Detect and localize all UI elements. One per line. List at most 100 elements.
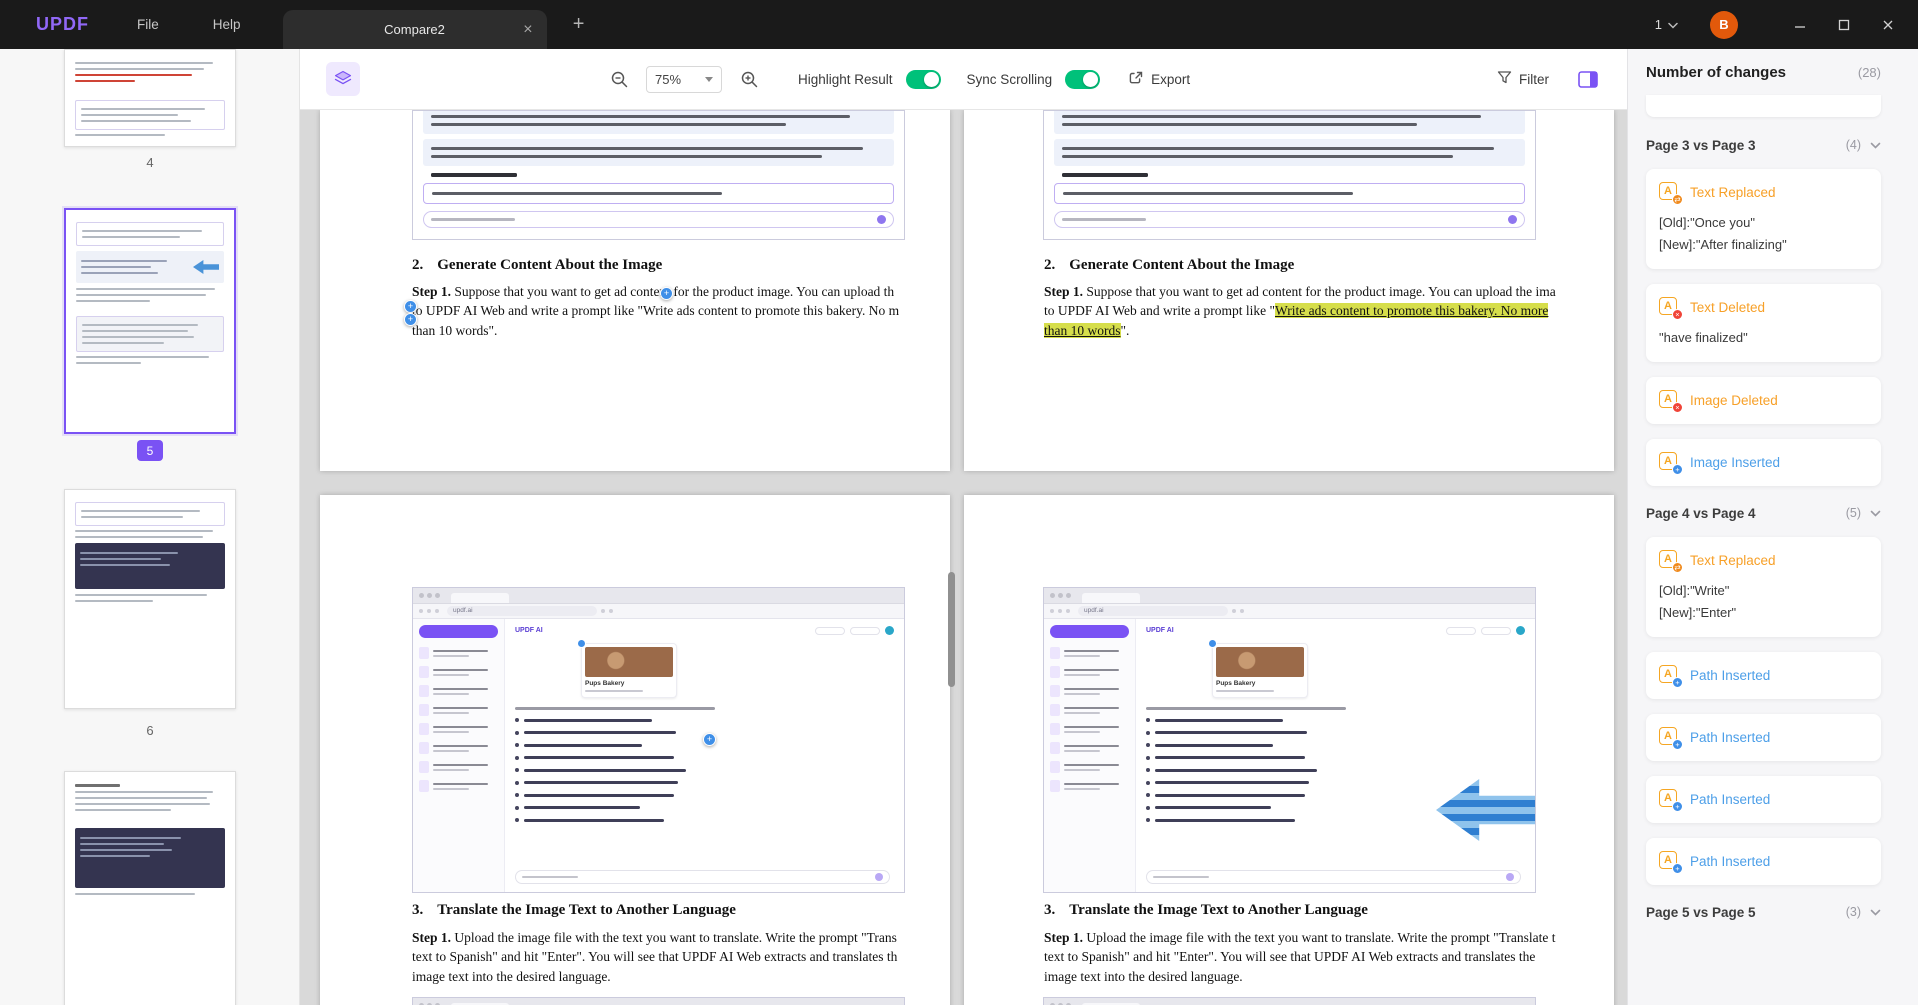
- change-type-icon: A+: [1659, 727, 1680, 748]
- doc-heading: 2.Generate Content About the Image: [412, 257, 662, 274]
- menu-help[interactable]: Help: [213, 17, 241, 32]
- change-type-label: Path Inserted: [1690, 854, 1770, 869]
- file-icon: [419, 685, 429, 697]
- upload-file-button: [1050, 625, 1129, 638]
- change-card-path-inserted[interactable]: A+ Path Inserted: [1646, 838, 1881, 885]
- change-card-image-inserted[interactable]: A+ Image Inserted: [1646, 439, 1881, 486]
- doc-paragraph: Step 1. Suppose that you want to get ad …: [1044, 282, 1614, 340]
- upload-file-button: [419, 625, 498, 638]
- section-count: (4): [1846, 138, 1861, 152]
- doc-paragraph: Step 1. Upload the image file with the t…: [1044, 928, 1614, 986]
- change-type-icon: A⇄: [1659, 182, 1680, 203]
- minimize-button[interactable]: [1778, 0, 1822, 49]
- sync-scrolling-toggle[interactable]: [1065, 70, 1100, 89]
- page-thumbnail-5[interactable]: [64, 208, 236, 434]
- export-button[interactable]: Export: [1128, 70, 1190, 89]
- file-sidebar: [1044, 619, 1136, 892]
- change-type-label: Text Deleted: [1690, 300, 1765, 315]
- doc-heading: 2.Generate Content About the Image: [1044, 257, 1294, 274]
- export-label: Export: [1151, 72, 1190, 87]
- zoom-in-button[interactable]: [732, 62, 766, 96]
- change-type-label: Image Inserted: [1690, 455, 1780, 470]
- compare-layers-icon[interactable]: [326, 62, 360, 96]
- send-icon: [1506, 873, 1514, 881]
- toggle-knob: [924, 72, 939, 87]
- browser-titlebar: [413, 588, 904, 604]
- browser-titlebar: [1044, 588, 1535, 604]
- change-card-image-deleted[interactable]: A×Image Deleted: [1646, 377, 1881, 424]
- file-icon: [419, 742, 429, 754]
- zoom-out-button[interactable]: [602, 62, 636, 96]
- section-count: (3): [1846, 905, 1861, 919]
- embedded-screenshot-partial: [1043, 997, 1536, 1005]
- panel-toggle-icon[interactable]: [1571, 62, 1605, 96]
- change-marker[interactable]: +: [703, 733, 716, 746]
- doc-paragraph: Step 1. Upload the image file with the t…: [412, 928, 950, 986]
- updf-ai-logo: UPDF AI: [1146, 627, 1174, 634]
- zoom-caret-icon: [705, 77, 713, 82]
- compare-content-area: 2.Generate Content About the Image Step …: [300, 110, 1627, 1005]
- file-icon: [419, 647, 429, 659]
- page-number-label: 6: [64, 723, 236, 738]
- zoom-level-value: 75%: [655, 72, 681, 87]
- filter-button[interactable]: Filter: [1497, 70, 1549, 88]
- file-icon: [1050, 761, 1060, 773]
- document-scrollbar[interactable]: [948, 572, 955, 687]
- file-icon: [419, 666, 429, 678]
- change-type-icon: A×: [1659, 390, 1680, 411]
- updf-ai-logo: UPDF AI: [515, 627, 543, 634]
- change-type-icon: A+: [1659, 452, 1680, 473]
- highlight-result-label: Highlight Result: [798, 72, 893, 87]
- user-avatar-small: [885, 626, 894, 635]
- section-label: Page 3 vs Page 3: [1646, 138, 1756, 153]
- change-marker[interactable]: +: [660, 287, 673, 300]
- highlight-result-toggle[interactable]: [906, 70, 941, 89]
- menu-file[interactable]: File: [137, 17, 159, 32]
- zoom-level-select[interactable]: 75%: [646, 66, 722, 93]
- file-icon: [1050, 685, 1060, 697]
- close-button[interactable]: [1866, 0, 1910, 49]
- change-details: [Old]:"Write"[New]:"Enter": [1659, 580, 1868, 624]
- tab-compare2[interactable]: Compare2 ×: [283, 10, 547, 49]
- change-card-partial[interactable]: [1646, 95, 1881, 117]
- page-thumbnail-6[interactable]: [64, 489, 236, 709]
- page-section-header[interactable]: Page 4 vs Page 4(5): [1646, 501, 1881, 525]
- change-card-path-inserted[interactable]: A+Path Inserted: [1646, 652, 1881, 699]
- change-card-text-deleted[interactable]: A×Text Deleted"have finalized": [1646, 284, 1881, 362]
- new-tab-button[interactable]: +: [567, 13, 591, 36]
- browser-navbar: updf.ai: [413, 604, 904, 619]
- tab-title: Compare2: [384, 22, 445, 37]
- change-card-path-inserted[interactable]: A+Path Inserted: [1646, 776, 1881, 823]
- change-marker[interactable]: +: [404, 300, 417, 313]
- doc-heading: 3.Translate the Image Text to Another La…: [412, 902, 736, 919]
- page-thumbnail-4[interactable]: [64, 49, 236, 147]
- change-type-label: Path Inserted: [1690, 668, 1770, 683]
- send-icon: [1508, 215, 1517, 224]
- maximize-button[interactable]: [1822, 0, 1866, 49]
- change-card-text-replaced[interactable]: A⇄Text Replaced[Old]:"Once you"[New]:"Af…: [1646, 169, 1881, 269]
- chevron-down-icon: [1668, 17, 1678, 32]
- section-label: Page 5 vs Page 5: [1646, 905, 1756, 920]
- changes-panel-title: Number of changes: [1646, 64, 1786, 81]
- change-type-icon: A+: [1659, 789, 1680, 810]
- user-avatar[interactable]: B: [1710, 11, 1738, 39]
- change-marker[interactable]: +: [404, 313, 417, 326]
- change-dot[interactable]: [1208, 639, 1217, 648]
- file-icon: [1050, 666, 1060, 678]
- updf-compare-window: UPDF File Help Compare2 × + 1 B 456: [0, 0, 1918, 1005]
- change-type-icon: A+: [1659, 851, 1680, 872]
- change-type-icon: A×: [1659, 297, 1680, 318]
- tab-close-icon[interactable]: ×: [523, 22, 532, 38]
- change-dot[interactable]: [577, 639, 586, 648]
- browser-url: updf.ai: [1078, 606, 1228, 616]
- ai-chat-area: UPDF AIPups Bakery: [505, 619, 904, 892]
- page-section-header[interactable]: Page 5 vs Page 5 (3): [1646, 900, 1881, 924]
- page-section-header[interactable]: Page 3 vs Page 3 (4): [1646, 133, 1881, 157]
- change-card-text-replaced[interactable]: A⇄Text Replaced[Old]:"Write"[New]:"Enter…: [1646, 537, 1881, 637]
- toolbar-right-group: Filter: [1497, 62, 1605, 96]
- change-card-path-inserted[interactable]: A+Path Inserted: [1646, 714, 1881, 761]
- page-thumbnail[interactable]: [64, 771, 236, 1005]
- window-count-dropdown[interactable]: 1: [1655, 17, 1678, 32]
- page-number-label: 4: [64, 155, 236, 170]
- embedded-screenshot-partial: [412, 997, 905, 1005]
